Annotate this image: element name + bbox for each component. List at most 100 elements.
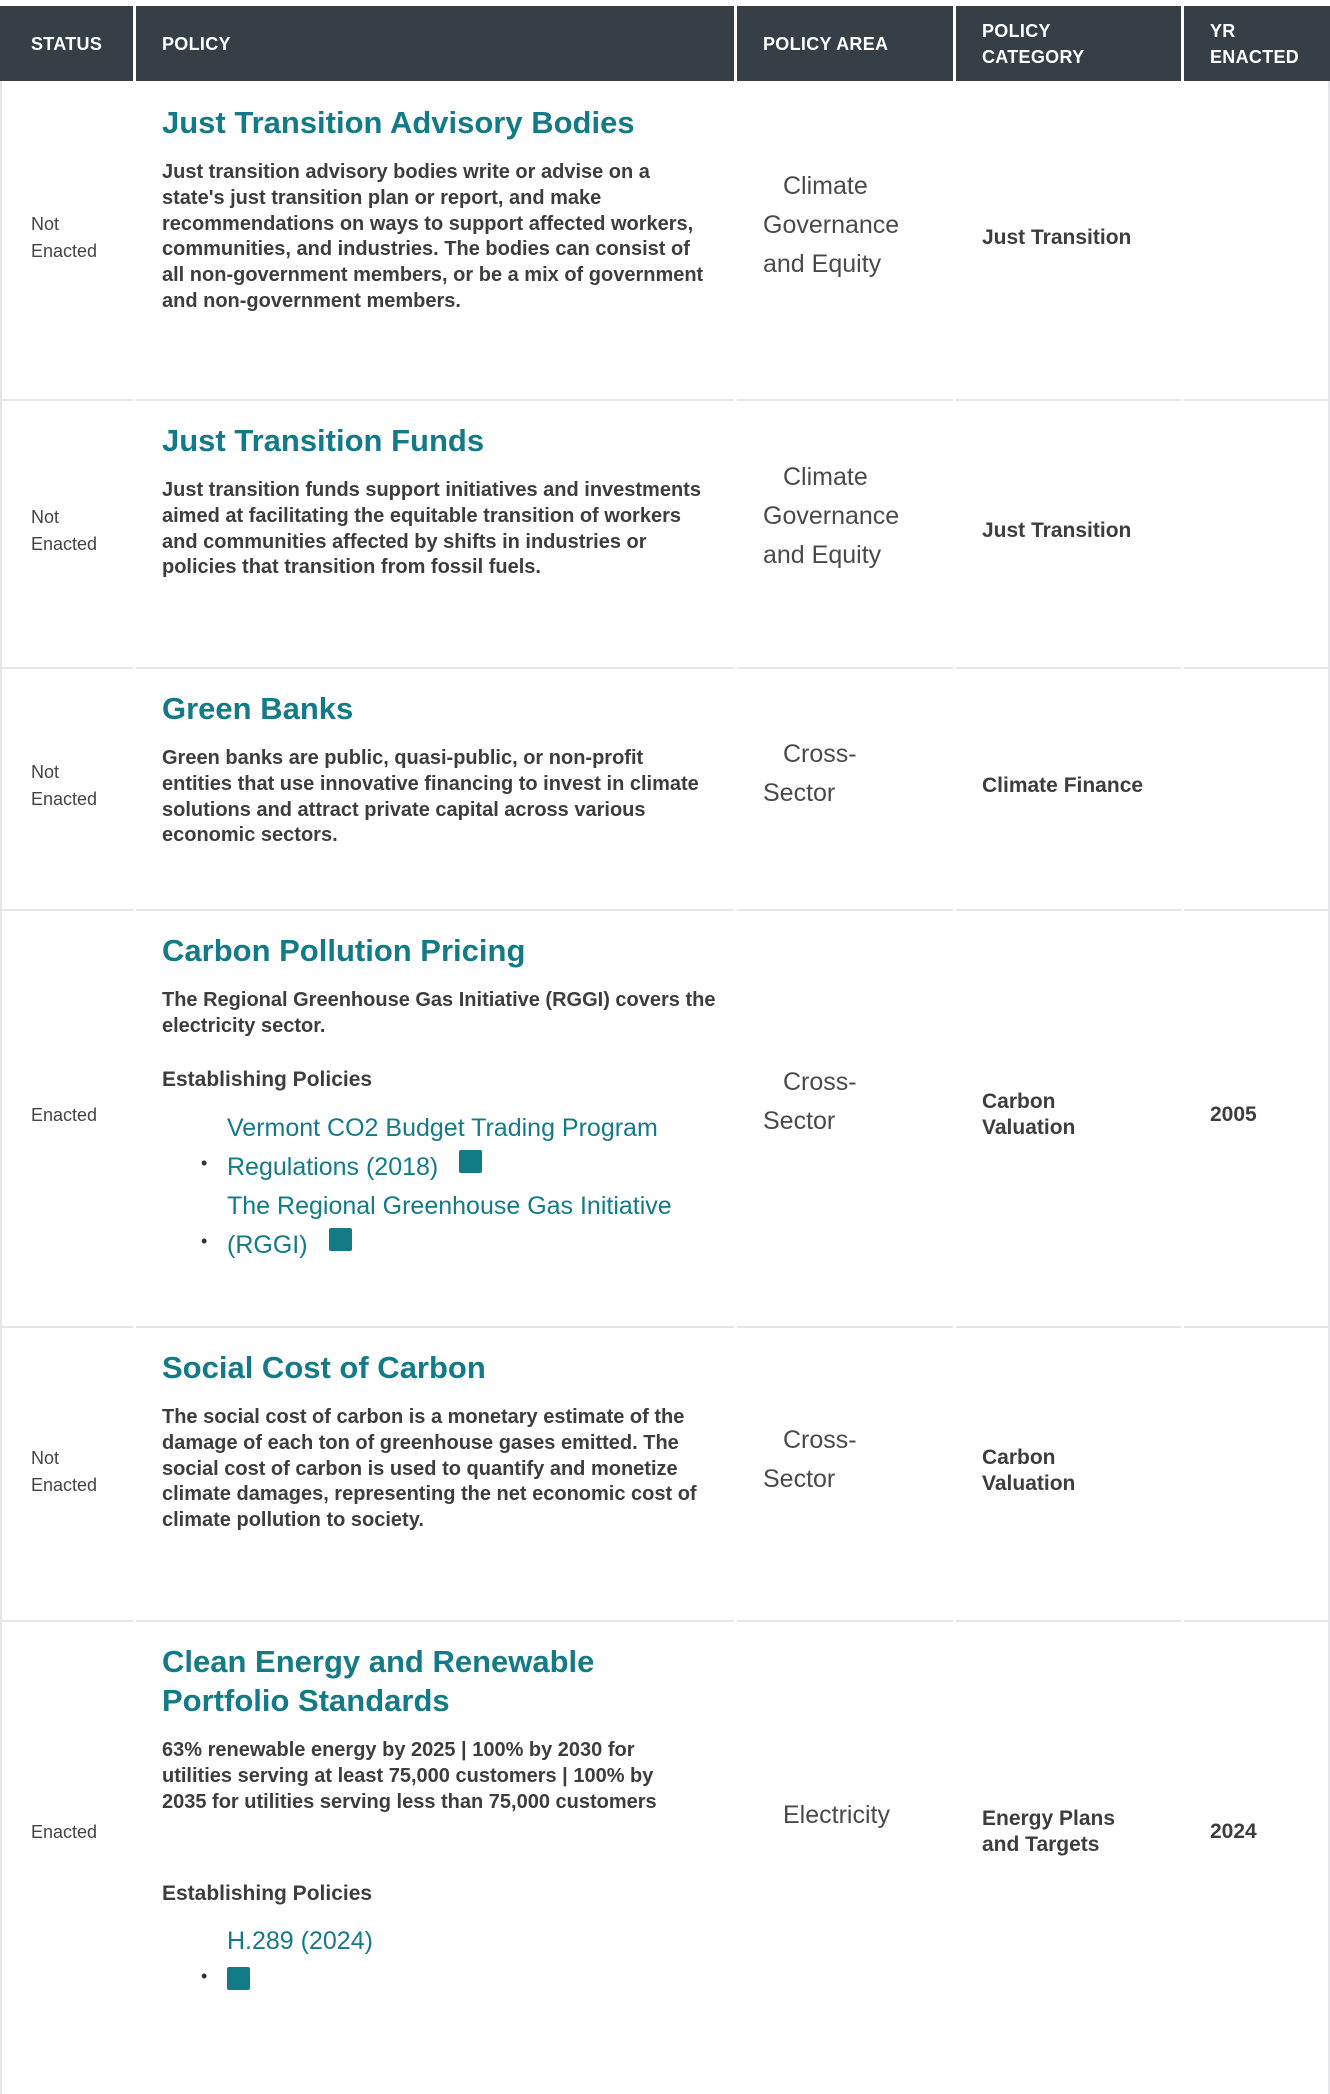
header-policy-category[interactable]: POLICY CATEGORY (982, 6, 1162, 81)
header-policy-category-line1: POLICY (982, 20, 1051, 41)
status-text-line2: Enacted (31, 241, 98, 261)
policy-area-cell: Climate Governance and Equity (763, 167, 933, 284)
policy-area-line1: Cross- (783, 1426, 857, 1454)
table-row: Enacted Carbon Pollution Pricing The Reg… (0, 911, 1330, 1328)
status-cell: Not Enacted (31, 1445, 131, 1499)
policy-description: The Regional Greenhouse Gas Initiative (… (162, 989, 716, 1037)
policy-area-cell: Climate Governance and Equity (763, 458, 933, 575)
external-link-icon[interactable] (328, 1228, 352, 1251)
table-row: Not Enacted Just Transition Funds Just t… (0, 401, 1330, 668)
list-item: H.289 (2024) • (162, 1922, 722, 1997)
policy-link[interactable]: H.289 (2024) (227, 1927, 373, 1955)
policy-area-cell: Electricity (763, 1796, 933, 1835)
policy-category-cell: Energy Plans and Targets (982, 1806, 1182, 1858)
policy-area-line1: Electricity (783, 1801, 890, 1829)
table-row: Enacted Clean Energy and Renewable Portf… (0, 1622, 1330, 2094)
policy-area-cell: Cross- Sector (763, 1421, 933, 1499)
status-text-line1: Enacted (31, 1822, 98, 1842)
bullet-icon: • (201, 1153, 208, 1173)
policy-area-cell: Cross- Sector (763, 1063, 933, 1141)
policy-description: Just transition funds support initiative… (162, 479, 701, 579)
status-cell: Enacted (31, 1102, 131, 1129)
status-text-line1: Not (31, 762, 60, 782)
establishing-policies-label: Establishing Policies (162, 1882, 373, 1905)
status-text-line1: Enacted (31, 1105, 98, 1125)
status-cell: Enacted (31, 1819, 131, 1846)
policy-category-cell: Carbon Valuation (982, 1089, 1182, 1141)
policy-link-line1: Vermont CO2 Budget Trading Program (227, 1114, 658, 1142)
table-header: STATUS POLICY POLICY AREA POLICY CATEGOR… (0, 6, 1330, 81)
policy-area-line2: Governance (763, 211, 900, 239)
list-item: Vermont CO2 Budget Trading Program Regul… (162, 1109, 722, 1187)
policy-category-cell: Just Transition (982, 226, 1132, 249)
header-yr-line1: YR (1210, 20, 1236, 41)
policy-area-line1: Climate (783, 172, 868, 200)
policy-link-line1: H.289 (2024) (227, 1927, 373, 1955)
policy-link-line1: The Regional Greenhouse Gas Initiative (227, 1192, 672, 1220)
policy-category-line1: Carbon (982, 1446, 1056, 1469)
policy-category-line1: Energy Plans (982, 1807, 1116, 1830)
policy-area-line1: Climate (783, 463, 868, 491)
status-text-line2: Enacted (31, 1475, 98, 1495)
list-item: The Regional Greenhouse Gas Initiative (… (162, 1187, 722, 1265)
policy-link[interactable]: The Regional Greenhouse Gas Initiative (… (227, 1192, 672, 1259)
policy-cell: Carbon Pollution Pricing The Regional Gr… (162, 931, 722, 1311)
status-cell: Not Enacted (31, 759, 131, 813)
status-text-line1: Not (31, 507, 60, 527)
policy-description: 63% renewable energy by 2025 | 100% by 2… (162, 1739, 657, 1813)
policy-area-line2: Governance (763, 502, 900, 530)
header-policy[interactable]: POLICY (162, 6, 662, 81)
table-row: Not Enacted Just Transition Advisory Bod… (0, 81, 1330, 401)
status-text-line1: Not (31, 1448, 60, 1468)
policy-category-line2: Valuation (982, 1116, 1076, 1139)
policy-title-link[interactable]: Just Transition Funds (162, 421, 722, 460)
table-row: Not Enacted Social Cost of Carbon The so… (0, 1328, 1330, 1622)
header-yr-enacted[interactable]: YR ENACTED (1210, 6, 1320, 81)
external-link-icon[interactable] (227, 1967, 250, 1990)
policy-link-line2: Regulations (2018) (227, 1153, 439, 1181)
bullet-icon: • (201, 1966, 208, 1986)
policy-category-line2: and Targets (982, 1833, 1100, 1856)
table-row: Not Enacted Green Banks Green banks are … (0, 669, 1330, 911)
bullet-icon: • (201, 1231, 208, 1251)
policy-area-line1: Cross- (783, 740, 857, 768)
policy-category-line1: Carbon (982, 1090, 1056, 1113)
policy-description: The social cost of carbon is a monetary … (162, 1406, 697, 1532)
status-cell: Not Enacted (31, 504, 131, 558)
external-link-icon[interactable] (459, 1150, 483, 1173)
policy-cell: Just Transition Funds Just transition fu… (162, 421, 722, 581)
policy-area-line1: Cross- (783, 1068, 857, 1096)
policy-description: Green banks are public, quasi-public, or… (162, 747, 699, 847)
header-policy-area[interactable]: POLICY AREA (763, 6, 963, 81)
policy-title-link[interactable]: Clean Energy and Renewable Portfolio Sta… (162, 1642, 722, 1720)
policy-category-line2: Valuation (982, 1472, 1076, 1495)
policy-area-cell: Cross- Sector (763, 735, 933, 813)
policy-cell: Social Cost of Carbon The social cost of… (162, 1348, 722, 1534)
header-policy-category-line2: CATEGORY (982, 46, 1085, 67)
policy-title-link[interactable]: Carbon Pollution Pricing (162, 931, 722, 970)
policy-area-line3: and Equity (763, 541, 882, 569)
establishing-policies-list: Vermont CO2 Budget Trading Program Regul… (162, 1109, 722, 1265)
policy-title-line2: Portfolio Standards (162, 1683, 450, 1718)
status-text-line2: Enacted (31, 789, 98, 809)
policy-cell: Green Banks Green banks are public, quas… (162, 689, 722, 849)
status-text-line1: Not (31, 214, 60, 234)
policy-link[interactable]: Vermont CO2 Budget Trading Program Regul… (227, 1114, 658, 1181)
policy-cell: Clean Energy and Renewable Portfolio Sta… (162, 1642, 722, 2082)
policy-description: Just transition advisory bodies write or… (162, 161, 704, 312)
header-status[interactable]: STATUS (31, 6, 131, 81)
policy-category-cell: Just Transition (982, 519, 1132, 542)
policy-link-line2: (RGGI) (227, 1231, 308, 1259)
policy-title-link[interactable]: Social Cost of Carbon (162, 1348, 722, 1387)
status-text-line2: Enacted (31, 534, 98, 554)
policy-category-cell: Carbon Valuation (982, 1445, 1182, 1497)
policy-title-link[interactable]: Just Transition Advisory Bodies (162, 103, 722, 142)
year-enacted-cell: 2005 (1210, 1103, 1257, 1126)
policy-title-line1: Clean Energy and Renewable (162, 1644, 595, 1679)
status-cell: Not Enacted (31, 211, 131, 265)
policy-area-line2: Sector (763, 1465, 836, 1493)
year-enacted-cell: 2024 (1210, 1820, 1257, 1843)
establishing-policies-label: Establishing Policies (162, 1068, 373, 1091)
policy-title-link[interactable]: Green Banks (162, 689, 722, 728)
policy-area-line2: Sector (763, 779, 836, 807)
